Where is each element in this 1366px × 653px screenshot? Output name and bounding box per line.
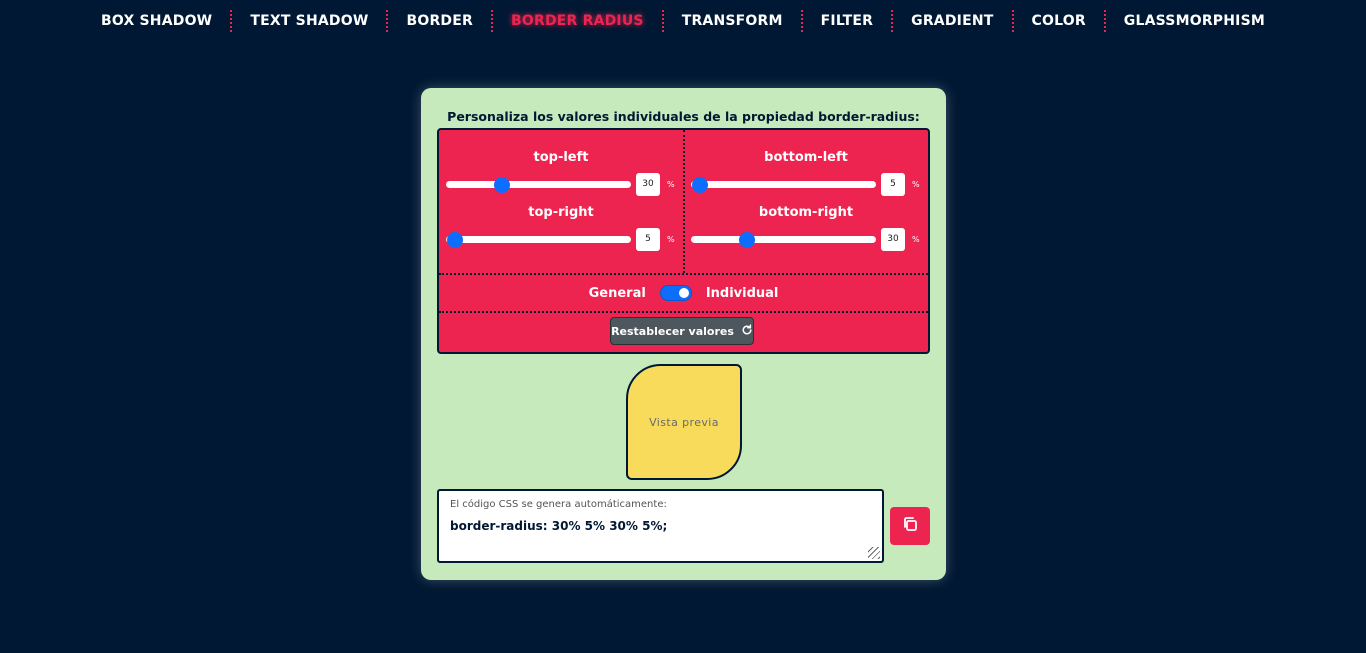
reset-button-label: Restablecer valores — [611, 324, 734, 338]
bottom-right-unit: % — [912, 235, 920, 244]
bottom-right-slider-thumb[interactable] — [738, 232, 755, 248]
bottom-right-value-input[interactable]: 30 — [881, 228, 905, 251]
nav-gradient[interactable]: GRADIENT — [893, 10, 1014, 32]
bottom-right-label: bottom-right — [758, 205, 854, 220]
horizontal-divider — [439, 311, 928, 313]
top-right-slider-thumb[interactable] — [447, 232, 464, 248]
css-output-label: El código CSS se genera automáticamente: — [450, 499, 667, 510]
css-output-textarea[interactable]: El código CSS se genera automáticamente:… — [437, 489, 884, 563]
nav-transform[interactable]: TRANSFORM — [664, 10, 803, 32]
bottom-left-value-input[interactable]: 5 — [881, 173, 905, 196]
bottom-left-slider[interactable] — [691, 177, 876, 193]
top-right-label: top-right — [528, 205, 594, 220]
refresh-icon — [741, 323, 753, 339]
general-mode-label: General — [588, 285, 646, 301]
bottom-left-slider-thumb[interactable] — [692, 177, 709, 193]
preview-label: Vista previa — [649, 415, 719, 429]
controls-panel: top-left 30 % top-right 5 % bottom-left … — [437, 128, 930, 354]
css-output-code: border-radius: 30% 5% 30% 5%; — [450, 519, 668, 533]
resize-handle[interactable] — [868, 547, 880, 559]
copy-button[interactable] — [890, 507, 930, 545]
top-right-unit: % — [667, 235, 675, 244]
nav-box-shadow[interactable]: BOX SHADOW — [83, 10, 233, 32]
mode-toggle-row: General Individual — [439, 275, 928, 311]
bottom-left-label: bottom-left — [764, 150, 848, 165]
main-nav: BOX SHADOW TEXT SHADOW BORDER BORDER RAD… — [0, 0, 1366, 42]
nav-border-radius[interactable]: BORDER RADIUS — [493, 10, 664, 32]
nav-glassmorphism[interactable]: GLASSMORPHISM — [1106, 10, 1283, 32]
top-left-value-input[interactable]: 30 — [636, 173, 660, 196]
top-right-value-input[interactable]: 5 — [636, 228, 660, 251]
individual-mode-label: Individual — [705, 285, 779, 301]
bottom-left-unit: % — [912, 180, 920, 189]
top-left-slider-thumb[interactable] — [493, 177, 510, 193]
card-title: Personaliza los valores individuales de … — [447, 109, 920, 124]
reset-button[interactable]: Restablecer valores — [610, 317, 754, 345]
nav-filter[interactable]: FILTER — [803, 10, 894, 32]
mode-switch[interactable] — [659, 285, 692, 301]
top-left-label: top-left — [533, 150, 589, 165]
top-left-unit: % — [667, 180, 675, 189]
nav-color[interactable]: COLOR — [1014, 10, 1106, 32]
top-right-slider[interactable] — [446, 232, 631, 248]
mode-switch-knob — [678, 288, 689, 298]
bottom-right-slider[interactable] — [691, 232, 876, 248]
top-left-slider[interactable] — [446, 177, 631, 193]
preview-box: Vista previa — [626, 364, 742, 480]
nav-text-shadow[interactable]: TEXT SHADOW — [232, 10, 389, 32]
editor-card: Personaliza los valores individuales de … — [421, 88, 946, 580]
nav-border[interactable]: BORDER — [388, 10, 493, 32]
copy-icon — [902, 516, 918, 536]
